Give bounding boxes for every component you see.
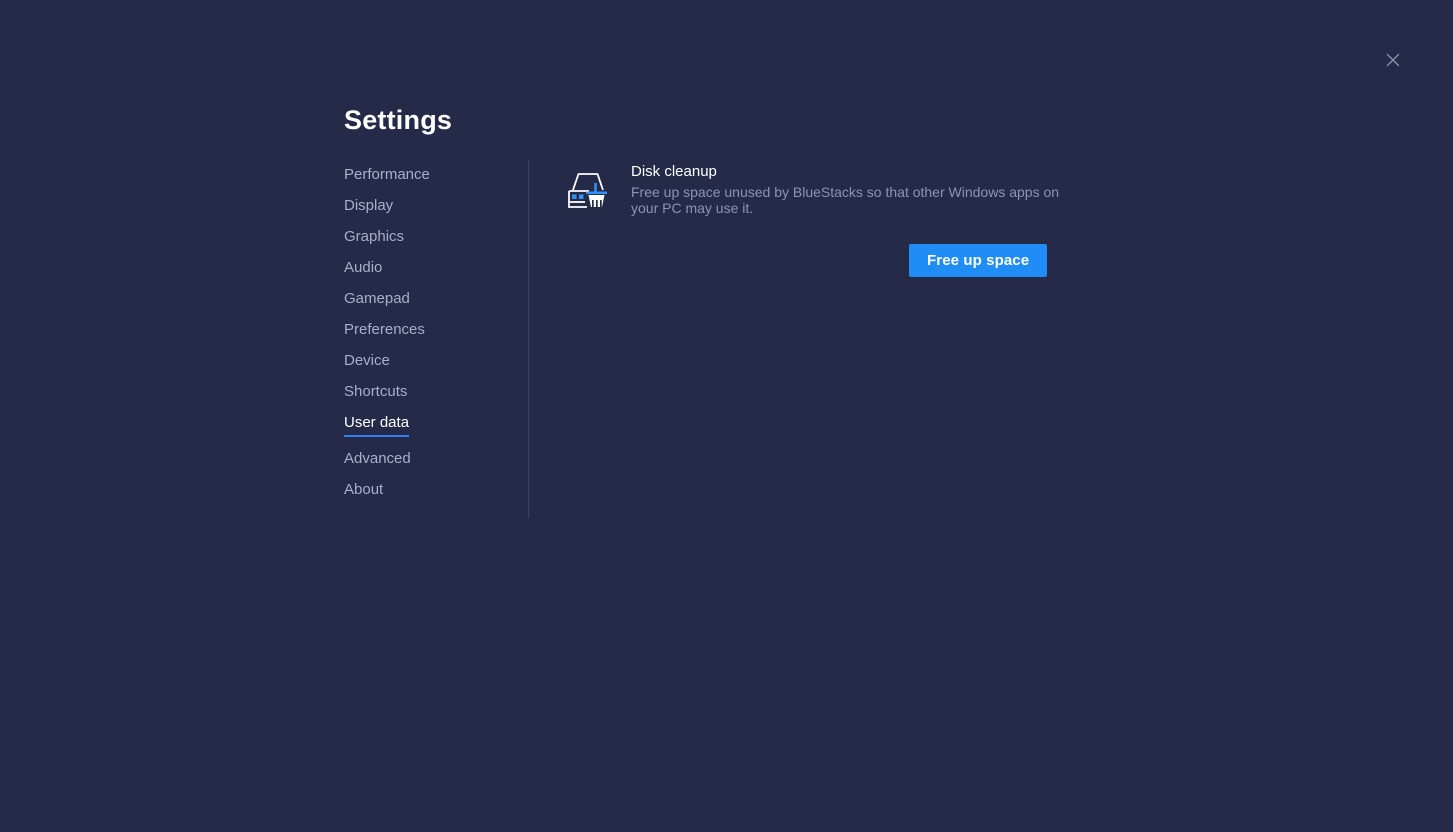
settings-content: Disk cleanup Free up space unused by Blu… [529, 160, 1344, 277]
sidebar-item-graphics[interactable]: Graphics [344, 228, 404, 246]
sidebar-item-user-data[interactable]: User data [344, 414, 410, 437]
sidebar-row-device: Device [344, 352, 528, 383]
close-button[interactable] [1378, 45, 1408, 75]
sidebar-item-preferences[interactable]: Preferences [344, 321, 425, 339]
sidebar-item-about[interactable]: About [344, 481, 383, 499]
sidebar-item-display[interactable]: Display [344, 197, 393, 215]
sidebar-item-advanced[interactable]: Advanced [344, 450, 411, 468]
page-title: Settings [344, 105, 453, 135]
sidebar-row-user-data: User data [344, 414, 528, 450]
sidebar-row-shortcuts: Shortcuts [344, 383, 528, 414]
disk-cleanup-actions: Free up space [565, 244, 1344, 277]
close-icon [1386, 53, 1400, 67]
settings-body: Performance Display Graphics Audio Gamep… [344, 160, 1344, 518]
sidebar-item-shortcuts[interactable]: Shortcuts [344, 383, 407, 401]
disk-cleanup-title: Disk cleanup [631, 163, 717, 180]
settings-sidebar: Performance Display Graphics Audio Gamep… [344, 160, 529, 518]
sidebar-row-advanced: Advanced [344, 450, 528, 481]
sidebar-row-performance: Performance [344, 166, 528, 197]
free-up-space-button[interactable]: Free up space [909, 244, 1048, 277]
sidebar-row-graphics: Graphics [344, 228, 528, 259]
sidebar-row-preferences: Preferences [344, 321, 528, 352]
disk-cleanup-description: Free up space unused by BlueStacks so th… [631, 184, 1060, 216]
disk-cleanup-text: Disk cleanup Free up space unused by Blu… [631, 162, 1077, 216]
disk-cleanup-icon [565, 169, 611, 215]
sidebar-item-device[interactable]: Device [344, 352, 390, 370]
sidebar-row-about: About [344, 481, 528, 512]
sidebar-item-gamepad[interactable]: Gamepad [344, 290, 410, 308]
settings-panel: Settings Performance Display Graphics Au… [344, 100, 1344, 518]
sidebar-row-display: Display [344, 197, 528, 228]
sidebar-item-performance[interactable]: Performance [344, 166, 430, 184]
sidebar-item-audio[interactable]: Audio [344, 259, 382, 277]
sidebar-row-gamepad: Gamepad [344, 290, 528, 321]
sidebar-row-audio: Audio [344, 259, 528, 290]
disk-cleanup-row: Disk cleanup Free up space unused by Blu… [565, 162, 1344, 216]
